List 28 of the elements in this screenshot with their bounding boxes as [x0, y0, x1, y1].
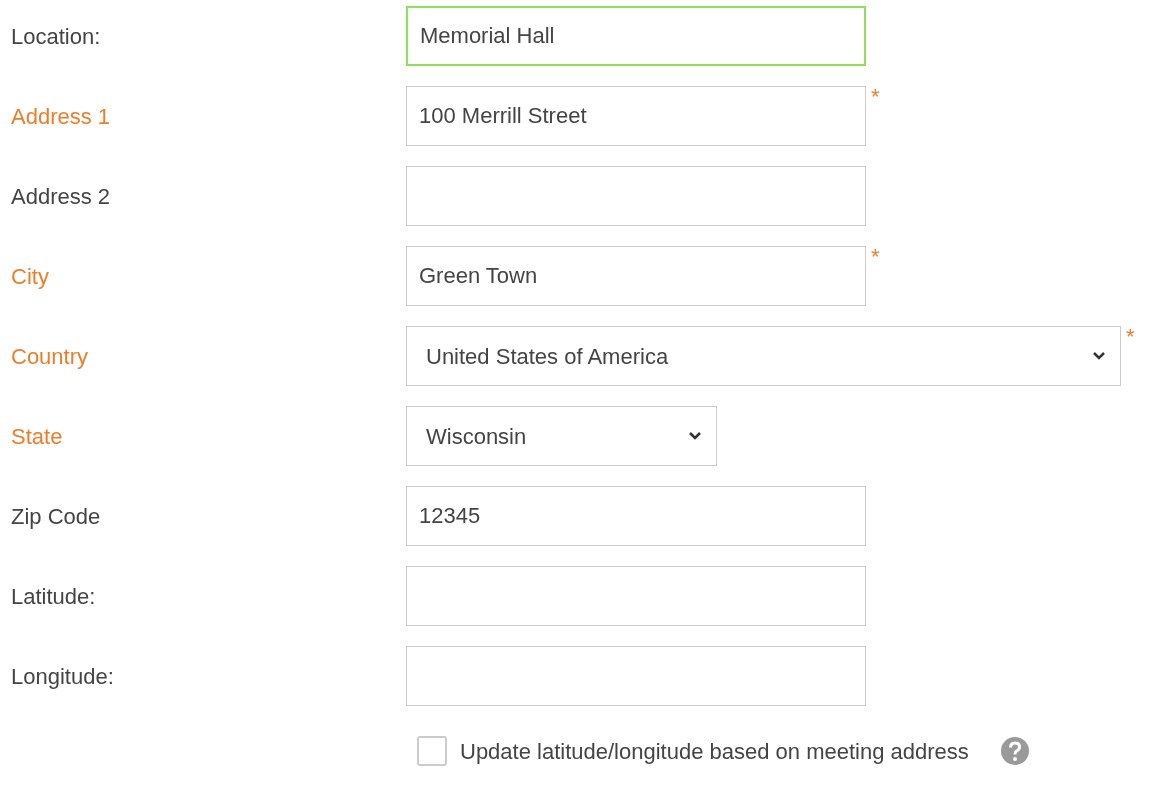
field-label: Longitude:	[10, 662, 115, 691]
field-label: City	[10, 262, 50, 291]
field-label: Address 1	[10, 102, 112, 131]
field-label: Country	[10, 342, 90, 371]
field-label: State	[10, 422, 64, 451]
field-label: Zip Code	[10, 502, 102, 531]
dropdown[interactable]: United States of America	[406, 326, 1121, 386]
input-field[interactable]	[406, 166, 866, 226]
required-asterisk: *	[871, 246, 880, 268]
input-field[interactable]: 100 Merrill Street	[406, 86, 866, 146]
required-asterisk: *	[871, 86, 880, 108]
chevron-down-icon	[688, 431, 702, 441]
chevron-down-icon	[1092, 351, 1106, 361]
required-asterisk: *	[1126, 326, 1135, 348]
field-label: Latitude:	[10, 582, 97, 611]
dropdown-value: Wisconsin	[426, 422, 527, 451]
input-field[interactable]	[406, 566, 866, 626]
dropdown[interactable]: Wisconsin	[406, 406, 717, 466]
input-field[interactable]: Green Town	[406, 246, 866, 306]
field-label: Location:	[10, 22, 102, 51]
input-field[interactable]	[406, 646, 866, 706]
input-field[interactable]: 12345	[406, 486, 866, 546]
help-icon[interactable]	[999, 736, 1030, 766]
input-field[interactable]: Memorial Hall	[406, 6, 866, 66]
checkbox[interactable]	[417, 736, 447, 766]
checkbox-label[interactable]: Update latitude/longitude based on meeting address	[460, 734, 969, 768]
dropdown-value: United States of America	[426, 342, 669, 371]
field-label: Address 2	[10, 182, 112, 211]
